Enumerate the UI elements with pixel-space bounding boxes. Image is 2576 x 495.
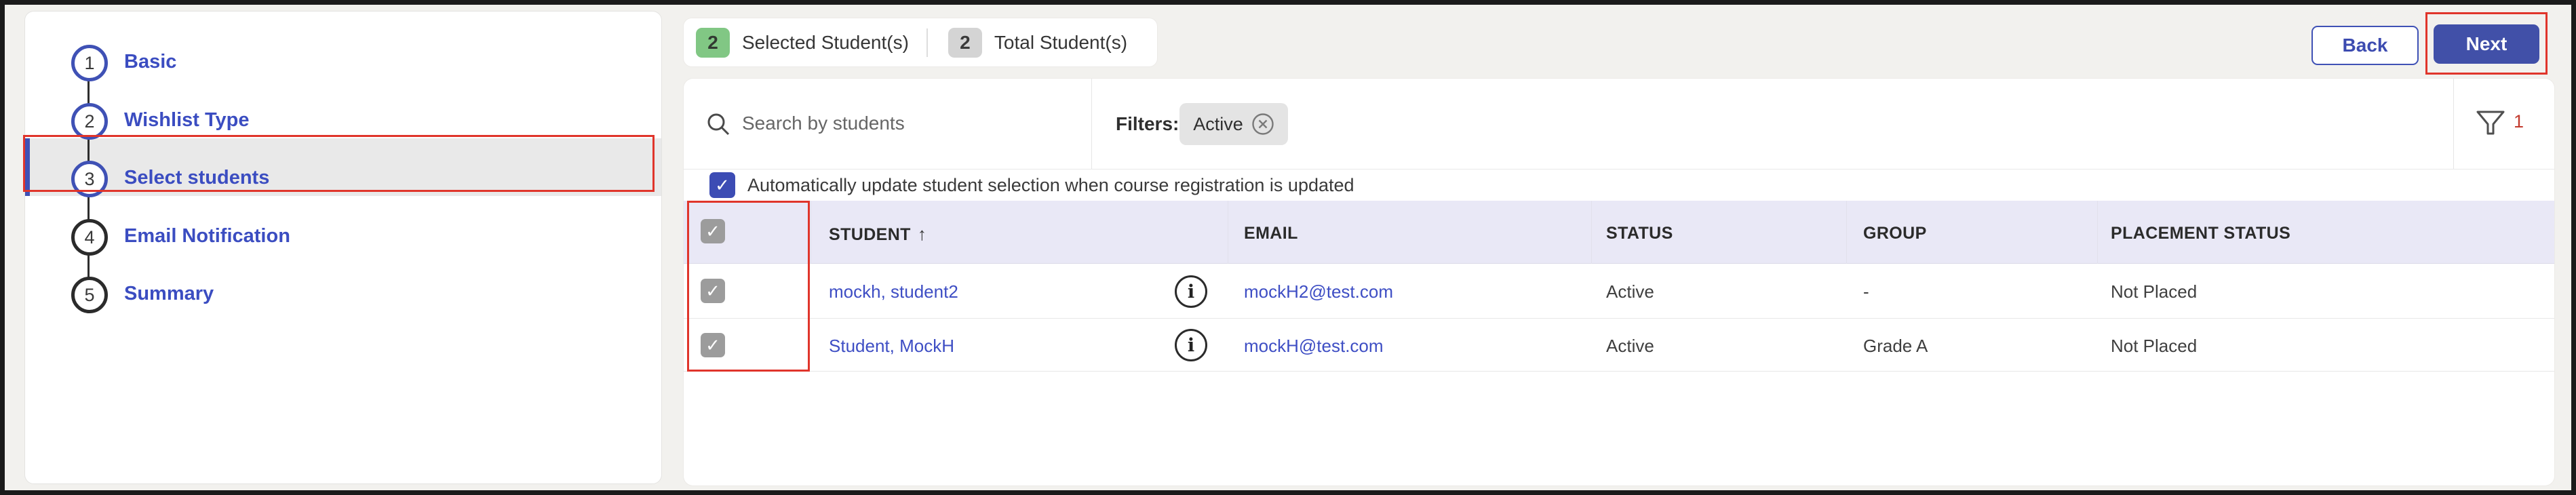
group-cell: - — [1863, 281, 1869, 302]
auto-update-label: Automatically update student selection w… — [747, 175, 1354, 196]
sort-asc-icon: ↑ — [918, 224, 926, 244]
select-all-checkbox[interactable]: ✓ — [701, 219, 725, 243]
total-count-badge: 2 — [948, 28, 982, 58]
step-label: Wishlist Type — [124, 109, 250, 132]
step-basic[interactable]: 1 Basic — [25, 45, 661, 87]
checkmark-icon: ✓ — [705, 221, 720, 242]
total-count-label: Total Student(s) — [994, 32, 1127, 54]
column-header-student[interactable]: STUDENT ↑ — [829, 224, 926, 245]
filters-label: Filters: — [1116, 113, 1179, 135]
selected-count-badge: 2 — [696, 28, 730, 58]
step-number: 5 — [84, 285, 94, 306]
step-number-circle: 1 — [71, 45, 108, 81]
step-wishlist-type[interactable]: 2 Wishlist Type — [25, 103, 661, 145]
step-summary[interactable]: 5 Summary — [25, 277, 661, 319]
auto-update-checkbox[interactable]: ✓ — [709, 172, 735, 198]
step-label: Select students — [124, 167, 269, 189]
table-row: ✓ Student, MockH i mockH@test.com Active… — [684, 319, 2554, 372]
placement-status-cell: Not Placed — [2111, 336, 2197, 357]
row-checkbox[interactable]: ✓ — [701, 279, 725, 303]
table-row: ✓ mockh, student2 i mockH2@test.com Acti… — [684, 264, 2554, 319]
column-label: PLACEMENT STATUS — [2111, 224, 2290, 243]
step-label: Summary — [124, 283, 214, 305]
toolbar-bottom-divider — [684, 169, 2554, 170]
column-label: STATUS — [1606, 224, 1673, 243]
column-label: STUDENT — [829, 225, 911, 244]
checkmark-icon: ✓ — [715, 175, 730, 196]
back-button[interactable]: Back — [2311, 26, 2419, 65]
student-email-link[interactable]: mockH@test.com — [1244, 336, 1384, 357]
step-number-circle: 3 — [71, 161, 108, 197]
filter-funnel-icon[interactable] — [2476, 110, 2505, 137]
remove-filter-icon[interactable] — [1251, 113, 1274, 136]
next-button[interactable]: Next — [2434, 24, 2539, 64]
row-checkbox[interactable]: ✓ — [701, 333, 725, 357]
filter-chip-label: Active — [1193, 114, 1243, 135]
badge-separator — [926, 28, 928, 57]
status-cell: Active — [1606, 336, 1654, 357]
step-label: Basic — [124, 51, 176, 73]
step-number: 1 — [84, 53, 94, 74]
info-icon[interactable]: i — [1175, 329, 1207, 361]
column-label: GROUP — [1863, 224, 1927, 243]
search-input[interactable] — [742, 106, 1095, 141]
student-email-link[interactable]: mockH2@test.com — [1244, 281, 1393, 302]
group-cell: Grade A — [1863, 336, 1928, 357]
toolbar-divider — [2453, 79, 2454, 169]
wizard-sidebar: 1 Basic 2 Wishlist Type 3 Select student… — [24, 11, 662, 484]
student-name-link[interactable]: Student, MockH — [829, 336, 954, 357]
info-icon[interactable]: i — [1175, 275, 1207, 308]
search-icon — [705, 111, 731, 137]
selected-count-label: Selected Student(s) — [742, 32, 909, 54]
selection-summary-bar: 2 Selected Student(s) 2 Total Student(s) — [684, 18, 1157, 66]
info-glyph: i — [1188, 281, 1194, 302]
column-label: EMAIL — [1244, 224, 1298, 243]
step-email-notification[interactable]: 4 Email Notification — [25, 219, 661, 261]
students-panel: Filters: Active 1 ✓ Automatically update… — [684, 79, 2554, 486]
step-select-students[interactable]: 3 Select students — [25, 161, 661, 203]
checkmark-icon: ✓ — [705, 335, 720, 356]
student-name-link[interactable]: mockh, student2 — [829, 281, 958, 302]
step-number: 3 — [84, 169, 94, 190]
checkmark-icon: ✓ — [705, 281, 720, 302]
filter-chip-active[interactable]: Active — [1179, 103, 1288, 145]
column-header-placement-status[interactable]: PLACEMENT STATUS — [2111, 224, 2290, 243]
filter-count-badge: 1 — [2514, 111, 2524, 132]
step-number: 2 — [84, 111, 94, 132]
status-cell: Active — [1606, 281, 1654, 302]
column-header-status[interactable]: STATUS — [1606, 224, 1673, 243]
step-label: Email Notification — [124, 225, 290, 248]
toolbar-divider — [1091, 79, 1092, 169]
step-number: 4 — [84, 227, 94, 248]
column-header-email[interactable]: EMAIL — [1244, 224, 1298, 243]
step-number-circle: 2 — [71, 103, 108, 140]
step-number-circle: 4 — [71, 219, 108, 256]
step-number-circle: 5 — [71, 277, 108, 313]
column-header-group[interactable]: GROUP — [1863, 224, 1927, 243]
placement-status-cell: Not Placed — [2111, 281, 2197, 302]
info-glyph: i — [1188, 335, 1194, 356]
